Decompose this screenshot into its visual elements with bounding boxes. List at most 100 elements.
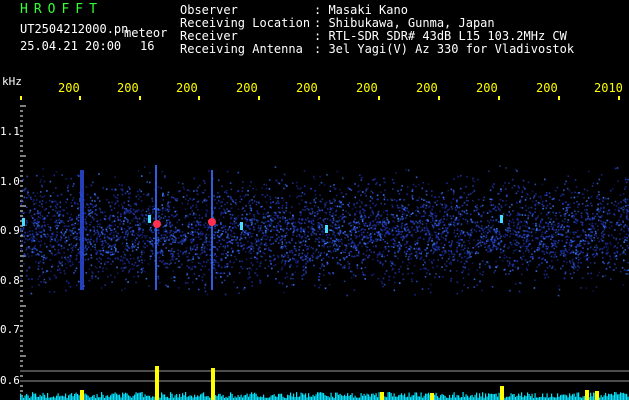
noise-pixel xyxy=(29,209,32,212)
noise-pixel xyxy=(215,231,217,234)
noise-pixel xyxy=(122,206,124,208)
noise-pixel xyxy=(256,201,258,203)
noise-pixel xyxy=(184,208,187,210)
noise-pixel xyxy=(518,242,520,245)
noise-pixel xyxy=(285,210,287,212)
noise-pixel xyxy=(230,203,232,206)
noise-pixel xyxy=(289,211,291,214)
noise-pixel xyxy=(501,260,504,262)
noise-pixel xyxy=(313,232,315,235)
noise-pixel xyxy=(320,252,322,254)
noise-pixel xyxy=(89,224,91,226)
noise-pixel xyxy=(547,217,550,219)
noise-pixel xyxy=(296,230,299,232)
noise-pixel xyxy=(527,207,530,209)
noise-pixel xyxy=(283,173,286,176)
noise-pixel xyxy=(594,246,596,248)
noise-pixel xyxy=(393,276,395,278)
noise-pixel xyxy=(144,242,146,245)
noise-pixel xyxy=(106,199,108,201)
noise-pixel xyxy=(343,221,345,224)
noise-pixel xyxy=(410,213,413,215)
noise-pixel xyxy=(478,230,481,232)
noise-pixel xyxy=(370,251,373,253)
noise-pixel xyxy=(190,232,192,234)
noise-pixel xyxy=(302,209,304,211)
noise-pixel xyxy=(337,248,339,251)
noise-pixel xyxy=(388,250,390,252)
noise-pixel xyxy=(393,226,395,229)
noise-pixel xyxy=(290,277,292,280)
noise-pixel xyxy=(58,222,61,224)
noise-pixel xyxy=(469,253,471,255)
noise-pixel xyxy=(138,226,141,229)
noise-pixel xyxy=(492,204,495,206)
noise-pixel xyxy=(286,227,288,230)
noise-pixel xyxy=(295,235,298,238)
noise-pixel xyxy=(327,241,330,244)
noise-pixel xyxy=(220,213,222,216)
noise-pixel xyxy=(194,253,197,256)
noise-pixel xyxy=(132,231,135,233)
noise-pixel xyxy=(192,258,194,260)
noise-pixel xyxy=(546,204,549,207)
noise-pixel xyxy=(518,290,521,293)
noise-pixel xyxy=(60,245,63,247)
noise-pixel xyxy=(585,237,587,239)
noise-pixel xyxy=(239,195,242,198)
noise-pixel xyxy=(178,219,181,221)
noise-pixel xyxy=(58,260,61,263)
noise-pixel xyxy=(613,262,616,265)
noise-pixel xyxy=(620,229,623,231)
noise-pixel xyxy=(460,229,463,232)
noise-pixel xyxy=(122,188,124,190)
noise-pixel xyxy=(94,232,97,234)
noise-pixel xyxy=(42,258,45,261)
noise-pixel xyxy=(122,263,125,265)
noise-pixel xyxy=(456,241,458,243)
noise-pixel xyxy=(174,228,177,231)
noise-pixel xyxy=(597,215,600,218)
noise-pixel xyxy=(232,239,235,241)
noise-pixel xyxy=(25,247,28,249)
noise-pixel xyxy=(444,230,447,232)
noise-pixel xyxy=(412,212,414,214)
noise-pixel xyxy=(506,260,509,262)
noise-pixel xyxy=(445,211,448,213)
noise-pixel xyxy=(624,200,627,202)
noise-pixel xyxy=(499,209,501,211)
noise-pixel xyxy=(243,210,246,212)
noise-pixel xyxy=(77,206,80,209)
noise-pixel xyxy=(575,257,578,260)
noise-pixel xyxy=(500,204,503,207)
noise-pixel xyxy=(382,250,385,253)
noise-pixel xyxy=(502,235,505,237)
noise-pixel xyxy=(256,257,259,260)
noise-pixel xyxy=(305,205,308,208)
noise-pixel xyxy=(29,196,32,199)
noise-pixel xyxy=(311,259,314,262)
noise-pixel xyxy=(463,234,466,237)
noise-pixel xyxy=(379,262,381,264)
noise-pixel xyxy=(262,232,264,234)
noise-pixel xyxy=(294,254,297,256)
noise-pixel xyxy=(167,201,170,204)
noise-pixel xyxy=(292,182,294,184)
noise-pixel xyxy=(435,215,438,217)
noise-pixel xyxy=(121,289,123,292)
noise-pixel xyxy=(436,241,438,243)
noise-pixel xyxy=(99,238,102,240)
noise-pixel xyxy=(347,243,350,245)
noise-pixel xyxy=(491,185,494,187)
noise-pixel xyxy=(344,249,347,251)
noise-pixel xyxy=(158,218,161,221)
noise-pixel xyxy=(350,189,353,191)
noise-pixel xyxy=(441,203,443,206)
noise-pixel xyxy=(97,271,100,273)
noise-pixel xyxy=(275,240,277,242)
noise-pixel xyxy=(360,179,363,181)
noise-pixel xyxy=(608,227,611,229)
noise-pixel xyxy=(499,165,501,167)
noise-pixel xyxy=(532,257,534,260)
noise-pixel xyxy=(65,236,67,239)
